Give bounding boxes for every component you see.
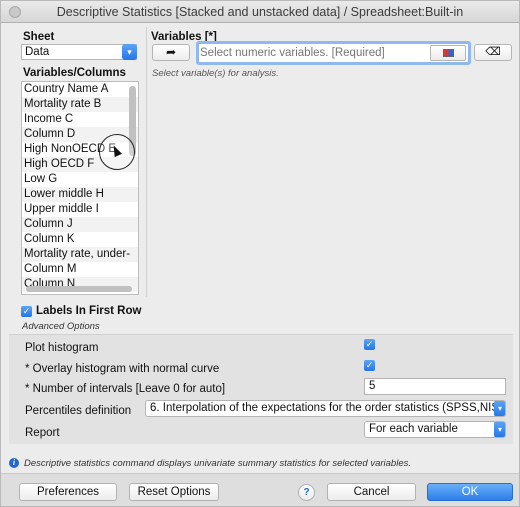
help-button[interactable]: ? <box>298 484 315 501</box>
report-select[interactable]: For each variable ▾ <box>364 421 506 438</box>
reset-options-button[interactable]: Reset Options <box>129 483 219 501</box>
sheet-select-value: Data <box>25 46 50 58</box>
percentiles-select[interactable]: 6. Interpolation of the expectations for… <box>145 400 506 417</box>
cancel-button[interactable]: Cancel <box>327 483 416 501</box>
table-select-icon <box>443 49 454 57</box>
percentiles-select-value: 6. Interpolation of the expectations for… <box>150 402 506 414</box>
list-item[interactable]: Lower middle H <box>22 187 138 202</box>
report-label: Report <box>25 427 60 439</box>
dialog-window: Descriptive Statistics [Stacked and unst… <box>0 0 520 507</box>
info-text: Descriptive statistics command displays … <box>24 458 411 469</box>
info-icon: i <box>9 458 19 468</box>
plot-histogram-label: Plot histogram <box>25 342 99 354</box>
title-bar: Descriptive Statistics [Stacked and unst… <box>1 1 519 23</box>
list-item[interactable]: Mortality rate, under- <box>22 247 138 262</box>
intervals-input[interactable]: 5 <box>364 378 506 395</box>
add-variable-button[interactable]: ➦ <box>152 44 190 61</box>
variables-columns-list[interactable]: Country Name A Mortality rate B Income C… <box>21 81 139 295</box>
variables-hint: Select variable(s) for analysis. <box>152 68 279 79</box>
list-item[interactable]: Column J <box>22 217 138 232</box>
panel-divider <box>146 27 147 297</box>
list-item[interactable]: Column M <box>22 262 138 277</box>
overlay-normal-checkbox[interactable]: ✓ <box>364 360 375 371</box>
variables-field[interactable] <box>196 41 471 65</box>
labels-first-row-label: Labels In First Row <box>36 305 142 317</box>
arrow-right-icon: ➦ <box>165 45 177 59</box>
window-title: Descriptive Statistics [Stacked and unst… <box>56 5 464 19</box>
chevron-updown-icon: ▾ <box>494 401 505 416</box>
preferences-button[interactable]: Preferences <box>19 483 117 501</box>
list-item[interactable]: Upper middle I <box>22 202 138 217</box>
chevron-updown-icon: ▾ <box>494 422 505 437</box>
sheet-label: Sheet <box>23 31 55 43</box>
variable-picker-button[interactable] <box>430 45 466 61</box>
list-item[interactable]: Income C <box>22 112 138 127</box>
percentiles-label: Percentiles definition <box>25 405 132 417</box>
clear-variables-button[interactable]: ⌫ <box>474 44 512 61</box>
variables-input[interactable] <box>200 46 430 60</box>
variables-columns-label: Variables/Columns <box>23 67 126 79</box>
advanced-options-label: Advanced Options <box>22 321 100 332</box>
sheet-select[interactable]: Data ▾ <box>21 44 137 60</box>
plot-histogram-checkbox[interactable]: ✓ <box>364 339 375 350</box>
report-select-value: For each variable <box>369 423 458 435</box>
list-item[interactable]: Country Name A <box>22 82 138 97</box>
overlay-normal-label: * Overlay histogram with normal curve <box>25 363 220 375</box>
list-item[interactable]: Column K <box>22 232 138 247</box>
intervals-label: * Number of intervals [Leave 0 for auto] <box>25 383 226 395</box>
ok-button[interactable]: OK <box>427 483 513 501</box>
backspace-icon: ⌫ <box>485 46 501 58</box>
labels-first-row-checkbox[interactable]: ✓ <box>21 306 32 317</box>
chevron-updown-icon: ▾ <box>122 44 137 60</box>
list-item[interactable]: Mortality rate B <box>22 97 138 112</box>
list-item[interactable]: Low G <box>22 172 138 187</box>
list-horizontal-scrollbar[interactable] <box>26 286 132 292</box>
